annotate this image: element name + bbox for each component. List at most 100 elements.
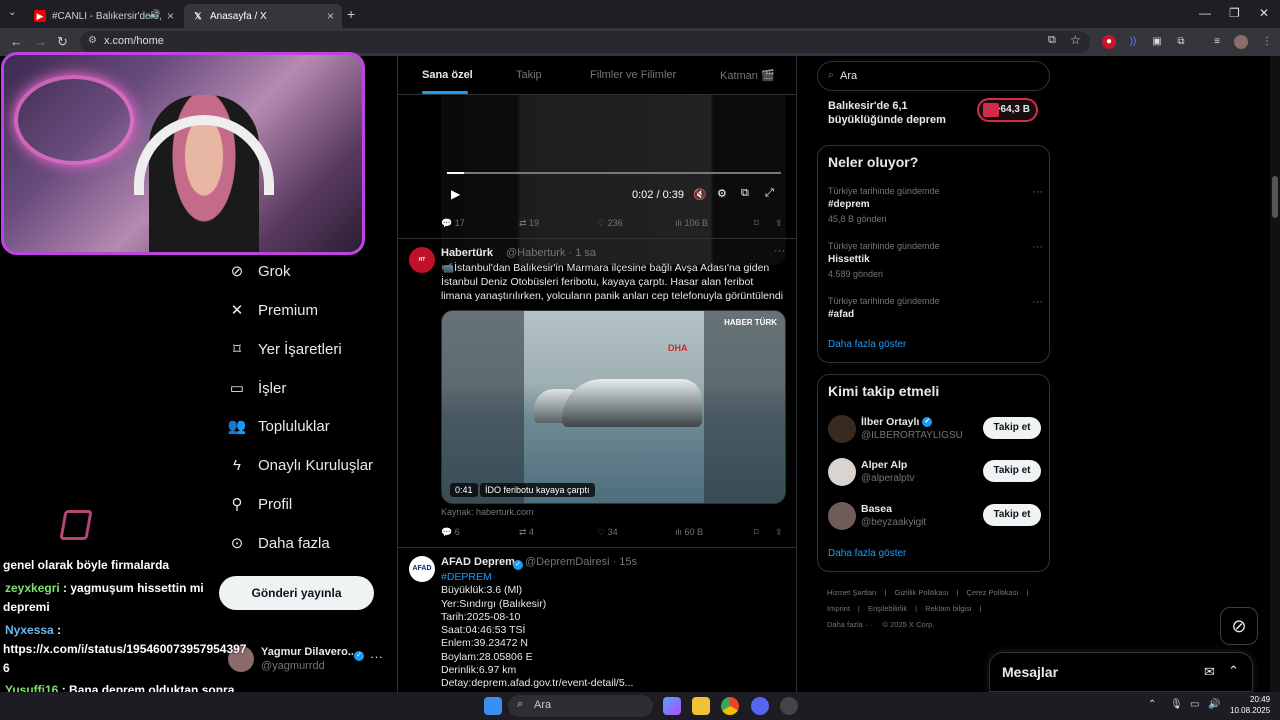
follow-button[interactable]: Takip et [983,417,1041,439]
tray-chevron-icon[interactable]: ⌃ [1148,699,1156,710]
video-player[interactable]: HABER TÜRK DHA 0:41 İDO feribotu kayaya … [441,310,786,504]
trend-item[interactable]: Türkiye tarihinde gündemde #afad ··· [828,296,1043,338]
mic-icon[interactable]: 🎙 [1170,699,1183,710]
taskbar-search[interactable]: ⌕ Ara [508,695,653,717]
share-icon[interactable]: ⇪ [775,218,783,229]
share-icon[interactable]: ⇪ [775,527,783,538]
nav-more[interactable]: ⊙ Daha fazla [228,534,330,553]
nav-premium[interactable]: ✕ Premium [228,301,318,320]
views-button[interactable]: ılı 60 B [675,527,703,537]
new-tab-icon[interactable]: + [347,6,355,22]
nav-profile[interactable]: ⚲ Profil [228,495,293,514]
detail-link[interactable]: Detay:deprem.afad.gov.tr/event-detail/5.… [441,677,786,690]
tab-youtube-stream[interactable]: ▶ #CANLI - Balıkersir'de 6,1 b 🔊 × [26,4,182,28]
tweet-author[interactable]: AFAD Deprem [441,556,515,568]
more-dots-icon[interactable]: ··· [774,245,785,257]
extension-icon[interactable]: ▣ [1150,35,1164,49]
nav-verified-orgs[interactable]: ϟ Onaylı Kuruluşlar [228,456,373,474]
avatar[interactable]: HT [409,247,435,273]
bookmark-star-icon[interactable]: ☆ [1070,33,1081,47]
network-icon[interactable]: ▭ [1190,699,1199,710]
reply-button[interactable]: 💬 17 [441,218,465,229]
follow-suggestion[interactable]: İlber Ortaylı ✓ @ILBERORTAYLIGSU Takip et [828,413,1041,447]
extension-icon[interactable]: ● [1102,35,1116,49]
follow-suggestion[interactable]: Basea @beyzaakyigit Takip et [828,500,1041,534]
avatar[interactable]: AFAD [409,556,435,582]
footer-link[interactable]: Gizlilik Politikası [895,588,949,597]
trends-more-link[interactable]: Daha fazla göster [828,339,906,350]
source-link[interactable]: Kaynak: haberturk.com [441,507,534,517]
url-input[interactable]: ⚙ x.com/home ⧉ ☆ [80,31,1090,53]
video-player[interactable]: ▶ 0:02 / 0:39 🔇 ⚙ ⧉ ⤢ [441,95,786,265]
tweet-author[interactable]: Habertürk [441,247,493,259]
browser-menu-icon[interactable]: ⋮ [1260,35,1274,49]
repost-button[interactable]: ⇄ 4 [519,527,534,538]
tweet-handle[interactable]: @Haberturk · 1 sa [506,247,596,259]
tab-layer[interactable]: Katman 🎬 [720,69,775,82]
nav-bookmarks[interactable]: ⌑ Yer İşaretleri [228,340,342,359]
chrome-icon[interactable] [721,697,739,715]
event-title[interactable]: Balıkesir'de 6,1 büyüklüğünde deprem [828,99,968,127]
footer-link[interactable]: Reklam bilgisi [925,604,971,613]
repost-button[interactable]: ⇄ 19 [519,218,539,229]
views-button[interactable]: ılı 106 B [675,218,708,228]
grok-floating-button[interactable]: ⊘ [1220,607,1258,645]
nav-communities[interactable]: 👥 Topluluklar [228,417,330,436]
mute-icon[interactable]: 🔇 [693,188,707,201]
back-icon[interactable]: ← [10,34,23,49]
reload-icon[interactable]: ↻ [57,34,68,50]
like-button[interactable]: ♡ 34 [597,527,618,538]
app-icon[interactable] [780,697,798,715]
post-button[interactable]: Gönderi yayınla [219,576,374,610]
speaker-icon[interactable]: 🔊 [149,9,160,20]
more-dots-icon[interactable]: ··· [1032,241,1043,253]
minimize-icon[interactable]: — [1199,6,1211,20]
tab-for-you[interactable]: Sana özel [422,69,473,81]
site-info-icon[interactable]: ⚙ [88,35,97,46]
volume-icon[interactable]: 🔊 [1208,699,1220,710]
footer-link[interactable]: Erişilebilirlik [868,604,907,613]
new-message-icon[interactable]: ✉ [1204,664,1215,680]
bookmark-icon[interactable]: ⌑ [754,527,759,538]
tab-x-home[interactable]: 𝕏 Anasayfa / X × [184,4,342,28]
more-dots-icon[interactable]: ··· [1032,186,1043,198]
hashtag-link[interactable]: #DEPREM [441,571,786,584]
tab-following[interactable]: Takip [516,69,542,81]
search-input[interactable]: ⌕ Ara [817,61,1050,91]
trend-item[interactable]: Türkiye tarihinde gündemde Hissettik 4.5… [828,241,1043,283]
close-window-icon[interactable]: ✕ [1259,6,1269,20]
clock[interactable]: 20:49 10.08.2025 [1230,694,1270,716]
extensions-puzzle-icon[interactable]: ⧉ [1174,35,1188,49]
reply-button[interactable]: 💬 6 [441,527,460,538]
footer-link[interactable]: Çerez Politikası [966,588,1018,597]
install-app-icon[interactable]: ⧉ [1048,34,1056,47]
more-dots-icon[interactable]: ··· [1032,296,1043,308]
tab-films[interactable]: Filmler ve Filimler [590,69,676,81]
restore-icon[interactable]: ❐ [1229,6,1240,20]
footer-link[interactable]: Hizmet Şartları [827,588,877,597]
follow-button[interactable]: Takip et [983,504,1041,526]
who-to-follow-more-link[interactable]: Daha fazla göster [828,548,906,559]
event-badge[interactable]: +64,3 B [977,98,1038,122]
copilot-icon[interactable] [663,697,681,715]
picture-in-picture-icon[interactable]: ⧉ [741,187,749,200]
video-progress-bar[interactable] [447,172,781,174]
play-icon[interactable]: ▶ [451,187,460,201]
nav-jobs[interactable]: ▭ İşler [228,379,286,398]
reading-list-icon[interactable]: ≡ [1210,35,1224,49]
forward-icon[interactable]: → [34,34,47,49]
tweet-handle[interactable]: @DepremDairesi · 15s [525,556,637,568]
footer-link[interactable]: Imprint [827,604,850,613]
expand-icon[interactable]: ⌃ [1228,663,1239,679]
scrollbar-thumb[interactable] [1272,176,1278,218]
more-dots-icon[interactable]: ··· [370,649,383,664]
windows-start-icon[interactable] [484,697,502,715]
close-tab-icon[interactable]: × [167,9,174,23]
settings-gear-icon[interactable]: ⚙ [717,187,727,200]
footer-link[interactable]: Daha fazla ··· [827,620,872,629]
discord-icon[interactable] [751,697,769,715]
messages-drawer[interactable]: Mesajlar ✉ ⌃ [989,652,1253,692]
close-tab-icon[interactable]: × [327,9,334,23]
extension-icon[interactable]: )) [1126,35,1140,49]
follow-suggestion[interactable]: Alper Alp @alperalptv Takip et [828,456,1041,490]
